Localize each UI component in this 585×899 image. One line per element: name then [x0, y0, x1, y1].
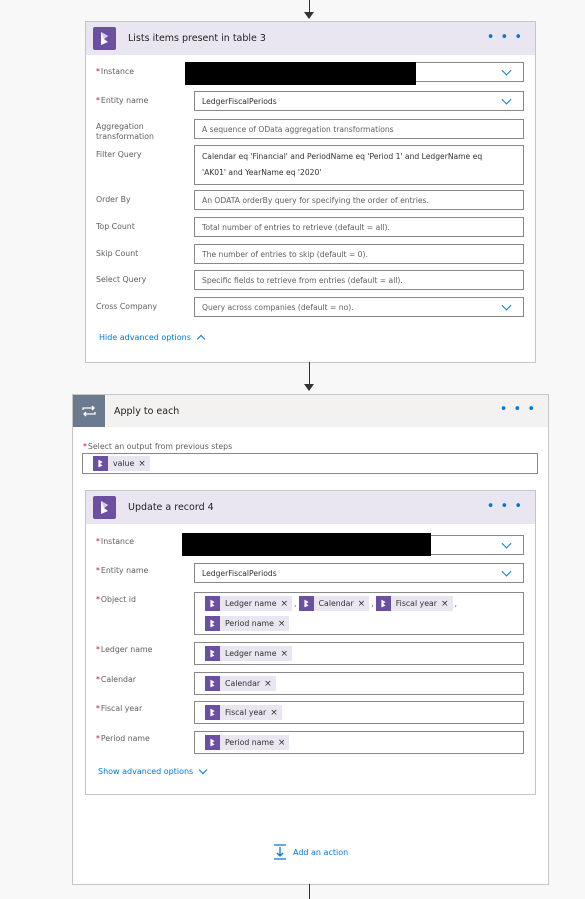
remove-icon[interactable]: × [281, 599, 289, 609]
card-title: Lists items present in table 3 [128, 33, 266, 44]
bottom-connector [309, 884, 310, 899]
remove-icon[interactable]: × [270, 708, 278, 718]
redacted-value [182, 533, 431, 556]
calendar-input[interactable]: Calendar × [194, 672, 524, 695]
dynamics-icon [375, 596, 391, 611]
update-record-card-header[interactable]: Update a record 4 • • • [86, 491, 535, 524]
aggregation-input[interactable]: A sequence of OData aggregation transfor… [194, 119, 524, 139]
fiscal-year-label: *Fiscal year [96, 704, 143, 713]
cross-company-dropdown[interactable]: Query across companies (default = no). [194, 297, 524, 317]
period-name-token[interactable]: Period name × [205, 735, 290, 750]
redacted-value [185, 62, 416, 85]
show-advanced-options-link[interactable]: Show advanced options [98, 765, 208, 776]
dynamics-icon [205, 616, 220, 631]
fiscal-year-input[interactable]: Fiscal year × [194, 701, 524, 724]
fiscal-year-token[interactable]: Fiscal year × [205, 705, 282, 720]
skip-count-input[interactable]: The number of entries to skip (default =… [194, 244, 524, 264]
card-title: Apply to each [114, 405, 180, 417]
select-query-label: Select Query [96, 275, 147, 284]
order-by-input[interactable]: An ODATA orderBy query for specifying th… [194, 190, 524, 210]
period-name-label: *Period name [96, 734, 150, 743]
apply-to-each-card: Apply to each • • • *Select an output fr… [72, 394, 549, 885]
chevron-down-icon [501, 538, 512, 549]
chevron-up-icon [196, 334, 206, 344]
instance-label: *Instance [96, 537, 135, 546]
list-items-card: Lists items present in table 3 • • • *In… [85, 21, 536, 363]
dynamics-icon [205, 646, 220, 661]
dynamics-icon [93, 27, 116, 50]
list-items-card-header[interactable]: Lists items present in table 3 • • • [86, 22, 535, 55]
entity-name-label: *Entity name [96, 96, 149, 105]
ledger-name-token[interactable]: Ledger name × [205, 596, 293, 611]
update-record-card: Update a record 4 • • • *Instance *Entit… [85, 490, 536, 795]
object-id-input[interactable]: Ledger name ×, Calendar ×, Fiscal year ×, P… [194, 592, 524, 635]
separator: , [454, 599, 458, 608]
more-options-icon[interactable]: • • • [500, 402, 536, 417]
remove-icon[interactable]: × [281, 649, 289, 659]
instance-label: *Instance [96, 67, 135, 76]
calendar-token[interactable]: Calendar × [298, 596, 370, 611]
entity-name-dropdown[interactable]: LedgerFiscalPeriods [194, 91, 524, 111]
remove-icon[interactable]: × [138, 459, 146, 469]
select-output-input[interactable]: value × [82, 453, 538, 474]
period-name-input[interactable]: Period name × [194, 731, 524, 754]
filter-query-label: Filter Query [96, 150, 142, 159]
more-options-icon[interactable]: • • • [487, 499, 523, 514]
select-query-input[interactable]: Specific fields to retrieve from entries… [194, 270, 524, 290]
chevron-down-icon [501, 65, 512, 76]
period-name-token[interactable]: Period name × [205, 616, 290, 631]
dynamics-icon [205, 735, 220, 750]
remove-icon[interactable]: × [264, 679, 272, 689]
top-count-input[interactable]: Total number of entries to retrieve (def… [194, 217, 524, 237]
calendar-label: *Calendar [96, 675, 136, 684]
select-output-label: *Select an output from previous steps [83, 442, 233, 451]
remove-icon[interactable]: × [278, 619, 286, 629]
order-by-label: Order By [96, 195, 131, 204]
remove-icon[interactable]: × [358, 599, 366, 609]
object-id-label: *Object id [96, 595, 136, 604]
filter-query-input[interactable]: Calendar eq 'Financial' and PeriodName e… [194, 145, 524, 185]
dynamics-icon [205, 676, 220, 691]
arrow-down-icon [304, 12, 314, 19]
add-an-action-button[interactable]: Add an action [272, 844, 348, 860]
more-options-icon[interactable]: • • • [487, 30, 523, 45]
skip-count-label: Skip Count [96, 249, 139, 258]
entity-name-label: *Entity name [96, 566, 149, 575]
fiscal-year-token[interactable]: Fiscal year × [375, 596, 453, 611]
dynamics-icon [205, 596, 220, 611]
entity-name-dropdown[interactable]: LedgerFiscalPeriods [194, 563, 524, 583]
dynamics-icon [93, 496, 116, 519]
add-action-icon [274, 844, 286, 860]
chevron-down-icon [501, 566, 512, 577]
card-title: Update a record 4 [128, 502, 214, 513]
loop-icon [73, 395, 105, 427]
top-count-label: Top Count [96, 222, 135, 231]
chevron-down-icon [501, 94, 512, 105]
dynamics-icon [205, 705, 220, 720]
ledger-name-label: *Ledger name [96, 645, 153, 654]
hide-advanced-options-link[interactable]: Hide advanced options [99, 333, 206, 344]
separator: , [294, 599, 297, 608]
chevron-down-icon [501, 300, 512, 311]
dynamics-icon [93, 456, 108, 471]
value-token[interactable]: value × [93, 456, 150, 471]
cross-company-label: Cross Company [96, 302, 157, 311]
ledger-name-token[interactable]: Ledger name × [205, 646, 293, 661]
remove-icon[interactable]: × [441, 599, 449, 609]
calendar-token[interactable]: Calendar × [205, 676, 276, 691]
separator: , [371, 599, 374, 608]
connector [309, 362, 310, 385]
ledger-name-input[interactable]: Ledger name × [194, 642, 524, 665]
dynamics-icon [298, 596, 314, 611]
chevron-down-icon [198, 765, 208, 775]
arrow-down-icon [304, 384, 314, 391]
aggregation-label: Aggregation transformation [96, 122, 154, 141]
apply-to-each-header[interactable]: Apply to each • • • [73, 395, 548, 427]
remove-icon[interactable]: × [278, 738, 286, 748]
